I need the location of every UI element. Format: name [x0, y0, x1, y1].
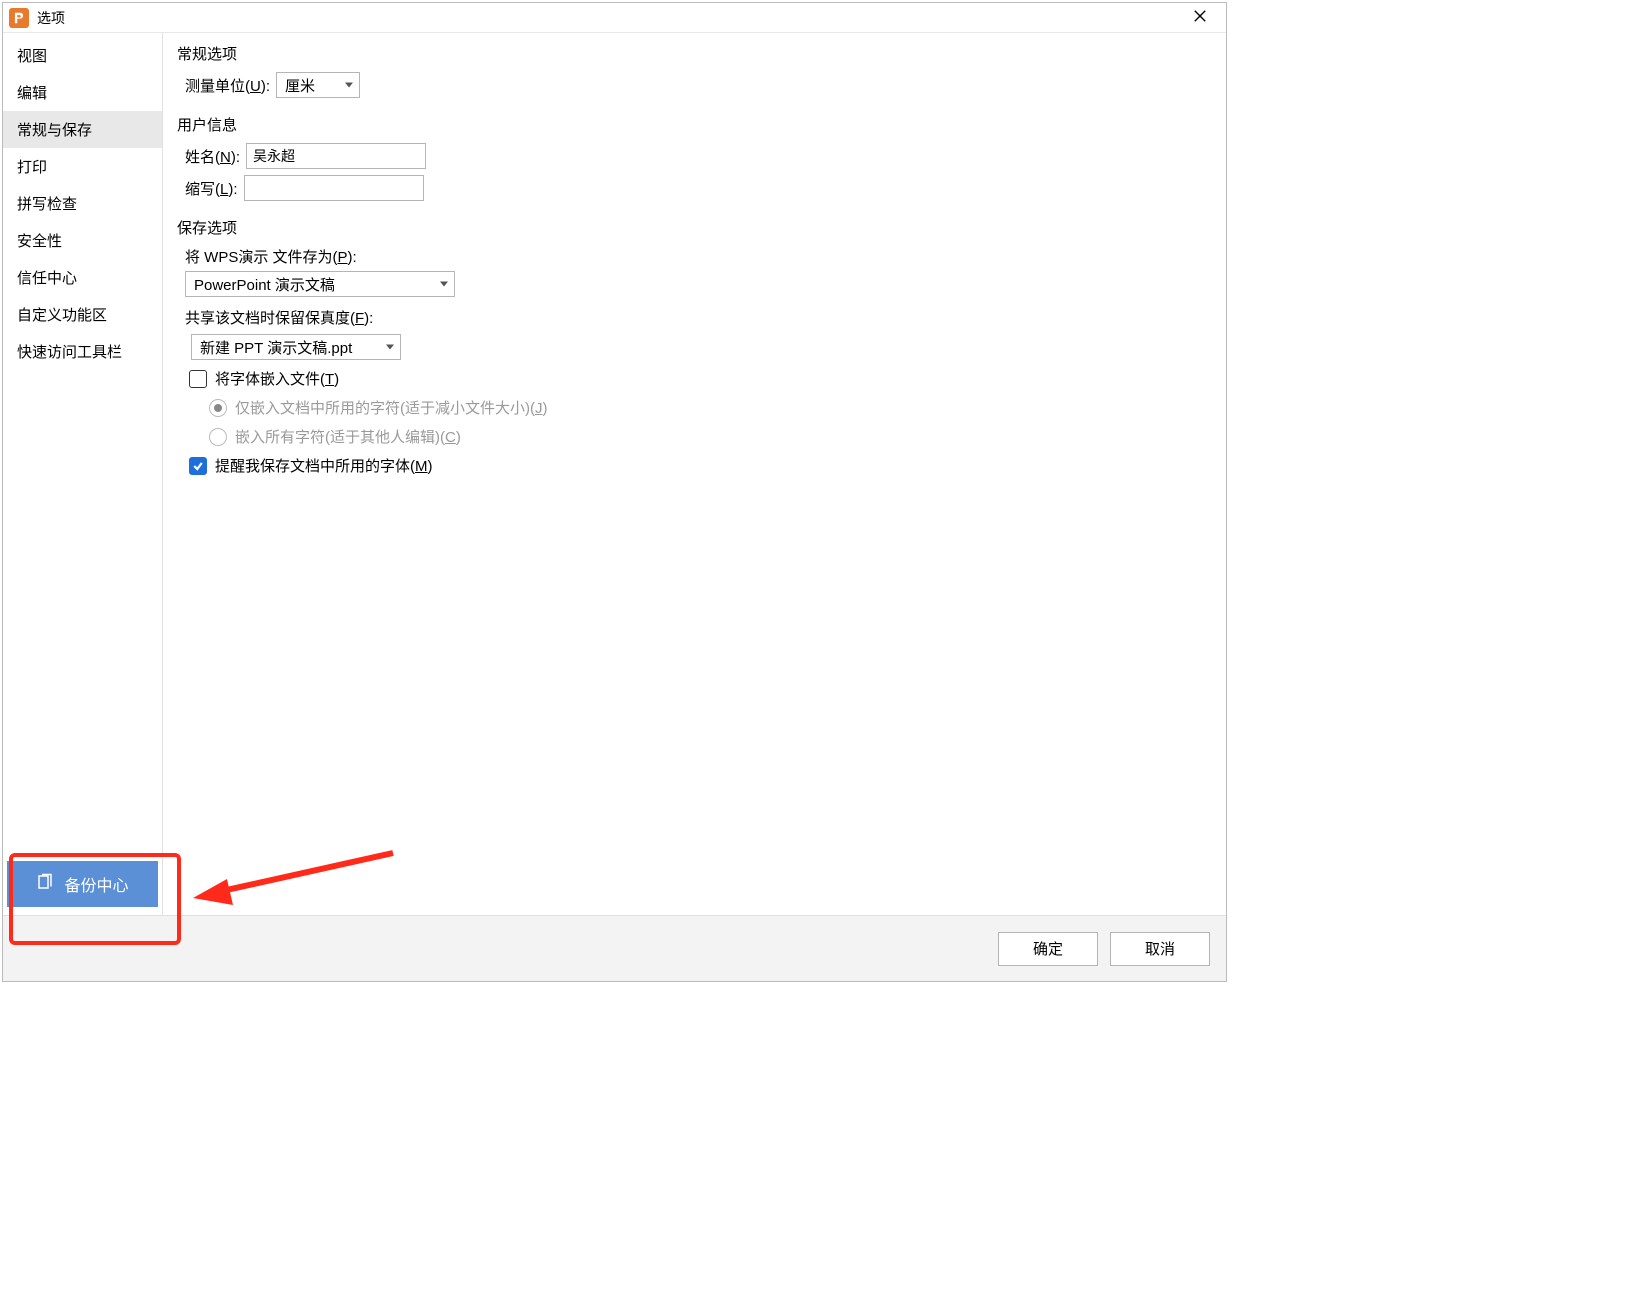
sidebar: 视图 编辑 常规与保存 打印 拼写检查 安全性 信任中心 自定义功能区 快速访问… [3, 33, 163, 915]
sidebar-item-label: 快速访问工具栏 [17, 344, 122, 361]
chevron-down-icon [345, 83, 353, 88]
saveas-select[interactable]: PowerPoint 演示文稿 [185, 271, 455, 297]
app-icon [9, 8, 29, 28]
unit-label: 测量单位(U): [185, 75, 270, 96]
embed-all-radio [209, 428, 227, 446]
close-button[interactable] [1180, 4, 1220, 32]
section-user-legend: 用户信息 [177, 114, 237, 135]
chevron-down-icon [440, 282, 448, 287]
saveas-select-value: PowerPoint 演示文稿 [194, 274, 335, 295]
unit-select[interactable]: 厘米 [276, 72, 360, 98]
saveas-label: 将 WPS演示 文件存为(P): [185, 246, 357, 267]
sidebar-item-spellcheck[interactable]: 拼写检查 [3, 185, 162, 222]
remind-fonts-checkbox[interactable] [189, 457, 207, 475]
titlebar: 选项 [3, 3, 1226, 33]
sidebar-list: 视图 编辑 常规与保存 打印 拼写检查 安全性 信任中心 自定义功能区 快速访问… [3, 33, 162, 855]
body: 视图 编辑 常规与保存 打印 拼写检查 安全性 信任中心 自定义功能区 快速访问… [3, 33, 1226, 915]
remind-fonts-label: 提醒我保存文档中所用的字体(M) [215, 455, 433, 476]
embed-all-label: 嵌入所有字符(适于其他人编辑)(C) [235, 426, 461, 447]
sidebar-item-print[interactable]: 打印 [3, 148, 162, 185]
embed-only-used-radio [209, 399, 227, 417]
embed-only-used-label: 仅嵌入文档中所用的字符(适于减小文件大小)(J) [235, 397, 548, 418]
sidebar-item-customize-ribbon[interactable]: 自定义功能区 [3, 296, 162, 333]
chevron-down-icon [386, 345, 394, 350]
fidelity-select[interactable]: 新建 PPT 演示文稿.ppt [191, 334, 401, 360]
section-save-legend: 保存选项 [177, 217, 237, 238]
sidebar-item-label: 打印 [17, 159, 47, 176]
sidebar-item-label: 信任中心 [17, 270, 77, 287]
ok-button[interactable]: 确定 [998, 932, 1098, 966]
section-save: 保存选项 将 WPS演示 文件存为(P): PowerPoint 演示文稿 共享… [177, 217, 1212, 484]
sidebar-item-security[interactable]: 安全性 [3, 222, 162, 259]
fidelity-select-value: 新建 PPT 演示文稿.ppt [200, 337, 352, 358]
options-dialog: 选项 视图 编辑 常规与保存 打印 拼写检查 安全性 信任中心 自定义功能区 快… [2, 2, 1227, 982]
window-title: 选项 [37, 8, 1180, 28]
section-general-legend: 常规选项 [177, 43, 237, 64]
sidebar-item-label: 常规与保存 [17, 122, 92, 139]
backup-center-label: 备份中心 [64, 872, 128, 896]
embed-fonts-label: 将字体嵌入文件(T) [215, 368, 339, 389]
sidebar-item-view[interactable]: 视图 [3, 37, 162, 74]
sidebar-item-general-save[interactable]: 常规与保存 [3, 111, 162, 148]
dialog-footer: 确定 取消 [3, 915, 1226, 981]
close-icon [1193, 7, 1207, 28]
content-panel: 常规选项 测量单位(U): 厘米 用户信息 姓名(N): [163, 33, 1226, 915]
name-label: 姓名(N): [185, 146, 240, 167]
backup-center-button[interactable]: 备份中心 [7, 861, 158, 907]
initials-input[interactable] [244, 175, 424, 201]
section-user: 用户信息 姓名(N): 缩写(L): [177, 114, 1212, 207]
sidebar-item-label: 自定义功能区 [17, 307, 107, 324]
section-general: 常规选项 测量单位(U): 厘米 [177, 43, 1212, 104]
embed-fonts-checkbox[interactable] [189, 370, 207, 388]
sidebar-item-label: 拼写检查 [17, 196, 77, 213]
initials-label: 缩写(L): [185, 178, 238, 199]
name-input[interactable] [246, 143, 426, 169]
sidebar-item-label: 编辑 [17, 85, 47, 102]
sidebar-item-quick-access[interactable]: 快速访问工具栏 [3, 333, 162, 370]
backup-icon [36, 873, 54, 896]
sidebar-item-label: 视图 [17, 48, 47, 65]
sidebar-item-label: 安全性 [17, 233, 62, 250]
unit-select-value: 厘米 [285, 75, 315, 96]
cancel-button[interactable]: 取消 [1110, 932, 1210, 966]
sidebar-item-edit[interactable]: 编辑 [3, 74, 162, 111]
sidebar-item-trust-center[interactable]: 信任中心 [3, 259, 162, 296]
fidelity-label: 共享该文档时保留保真度(F): [185, 307, 373, 328]
